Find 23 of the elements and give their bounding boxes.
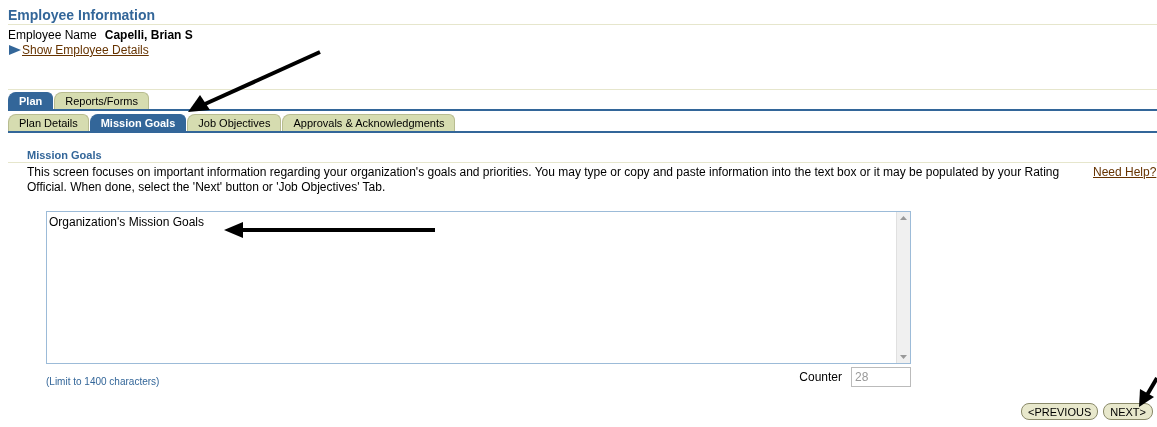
scrollbar[interactable] bbox=[896, 212, 910, 363]
scroll-down-icon[interactable] bbox=[900, 355, 907, 359]
tab[interactable]: Plan bbox=[8, 92, 54, 109]
description-text: This screen focuses on important information regarding your organization's goals and priorities. You may type or copy and paste information into the text box or it may be populated by your Rating Official. When done, select the 'Next' button or 'Job Objectives' Tab. bbox=[27, 165, 1061, 195]
tab[interactable]: Job Objectives bbox=[187, 114, 282, 131]
previous-button[interactable]: <PREVIOUS bbox=[1020, 403, 1099, 420]
show-details-link[interactable]: Show Employee Details bbox=[22, 43, 149, 57]
tab[interactable]: Plan Details bbox=[8, 114, 89, 131]
text-area[interactable]: Organization's Mission Goals bbox=[46, 211, 911, 364]
tab[interactable]: Reports/Forms bbox=[54, 92, 149, 109]
pointer-arrow bbox=[1139, 377, 1157, 407]
tab[interactable]: Mission Goals bbox=[89, 114, 187, 131]
scroll-up-icon[interactable] bbox=[900, 216, 907, 220]
employee-name: Capelli, Brian S bbox=[104, 28, 193, 42]
tab[interactable]: Approvals & Acknowledgments bbox=[282, 114, 456, 131]
section-title: Employee Information bbox=[8, 7, 1157, 25]
expand-icon[interactable] bbox=[8, 45, 21, 55]
section-heading: Mission Goals bbox=[8, 149, 1157, 163]
field-label: Employee Name bbox=[8, 28, 97, 42]
limit-note: (Limit to 1400 characters) bbox=[46, 375, 160, 387]
help-link[interactable]: Need Help? bbox=[1093, 165, 1157, 195]
next-button[interactable]: NEXT> bbox=[1103, 403, 1153, 420]
counter-label: Counter bbox=[799, 370, 842, 384]
